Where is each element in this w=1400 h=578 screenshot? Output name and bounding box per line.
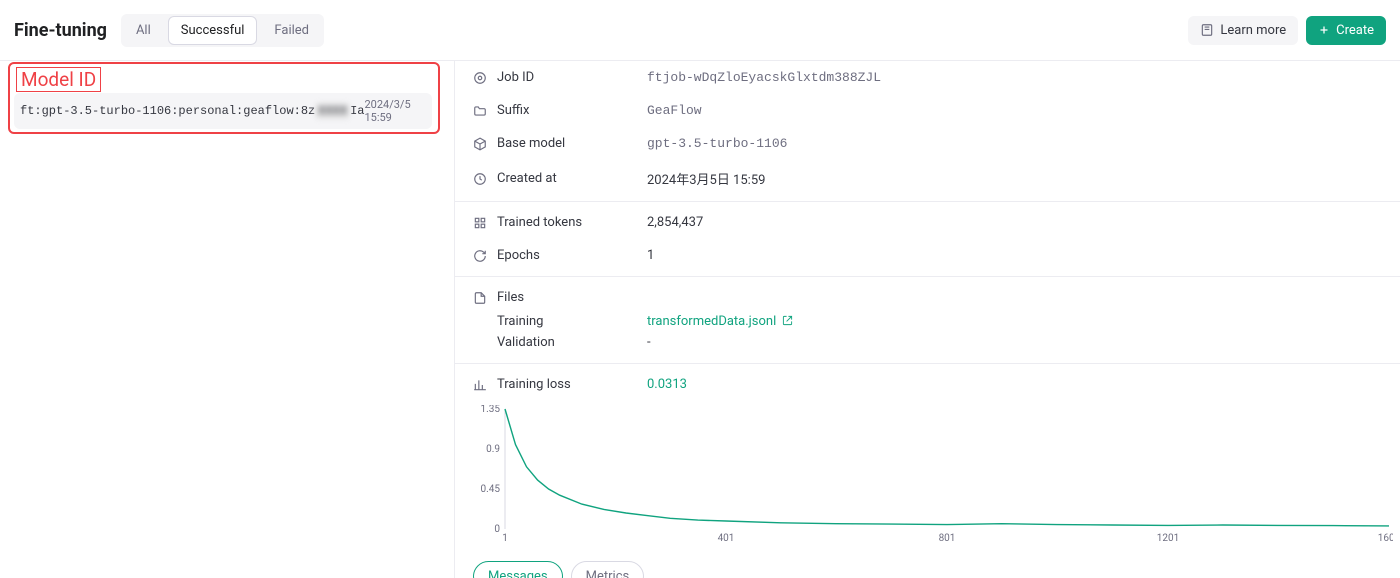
learn-more-button[interactable]: Learn more (1188, 16, 1298, 45)
validation-file-value: - (647, 335, 651, 350)
files-label: Files (497, 290, 637, 305)
trained-tokens-value: 2,854,437 (647, 215, 703, 230)
tab-successful[interactable]: Successful (168, 16, 258, 45)
job-id-value: ftjob-wDqZloEyacskGlxtdm388ZJL (647, 70, 881, 85)
file-icon (473, 291, 487, 305)
training-loss-value: 0.0313 (647, 377, 687, 392)
chart-icon (473, 378, 487, 392)
base-model-label: Base model (497, 136, 637, 151)
job-list-panel: Model ID ft:gpt-3.5-turbo-1106:personal:… (0, 61, 455, 578)
page-title: Fine-tuning (14, 20, 107, 41)
create-label: Create (1336, 23, 1374, 38)
model-id-callout: Model ID (16, 67, 101, 92)
book-icon (1200, 23, 1214, 37)
messages-tab[interactable]: Messages (473, 561, 563, 578)
job-model-name: ft:gpt-3.5-turbo-1106:personal:geaflow:8… (20, 104, 364, 118)
filter-tabs: All Successful Failed (121, 14, 324, 47)
tab-failed[interactable]: Failed (261, 16, 322, 45)
trained-tokens-label: Trained tokens (497, 215, 637, 230)
tab-all[interactable]: All (123, 16, 164, 45)
cube-icon (473, 137, 487, 151)
plus-icon (1318, 24, 1330, 36)
training-loss-chart: 0 0.45 0.9 1.35 1 401 801 1201 1601 (455, 401, 1400, 545)
suffix-value: GeaFlow (647, 103, 702, 118)
created-at-value: 2024年3月5日 15:59 (647, 169, 765, 188)
svg-text:801: 801 (939, 533, 956, 544)
svg-text:401: 401 (718, 533, 735, 544)
job-id-label: Job ID (497, 70, 637, 85)
svg-text:1: 1 (502, 533, 508, 544)
svg-text:1.35: 1.35 (481, 405, 501, 415)
svg-text:0: 0 (494, 524, 500, 535)
validation-file-label: Validation (497, 335, 637, 350)
create-button[interactable]: Create (1306, 16, 1386, 45)
suffix-label: Suffix (497, 103, 637, 118)
learn-more-label: Learn more (1220, 23, 1286, 38)
training-file-link[interactable]: transformedData.jsonl (647, 314, 793, 329)
created-at-label: Created at (497, 171, 637, 186)
id-icon (473, 71, 487, 85)
external-link-icon (782, 315, 793, 326)
metrics-tab[interactable]: Metrics (571, 561, 645, 578)
svg-text:0.45: 0.45 (481, 484, 501, 495)
folder-icon (473, 104, 487, 118)
svg-text:0.9: 0.9 (486, 444, 500, 455)
epochs-label: Epochs (497, 248, 637, 263)
training-loss-label: Training loss (497, 377, 637, 392)
training-file-label: Training (497, 314, 637, 329)
base-model-value: gpt-3.5-turbo-1106 (647, 136, 787, 151)
svg-text:1201: 1201 (1157, 533, 1179, 544)
job-list-item[interactable]: ft:gpt-3.5-turbo-1106:personal:geaflow:8… (14, 93, 432, 129)
clock-icon (473, 172, 487, 186)
epochs-value: 1 (647, 248, 654, 263)
svg-text:1601: 1601 (1378, 533, 1393, 544)
job-date: 2024/3/5 15:59 (364, 98, 424, 124)
job-detail-panel: Job ID ftjob-wDqZloEyacskGlxtdm388ZJL Su… (455, 61, 1400, 578)
refresh-icon (473, 249, 487, 263)
tokens-icon (473, 216, 487, 230)
